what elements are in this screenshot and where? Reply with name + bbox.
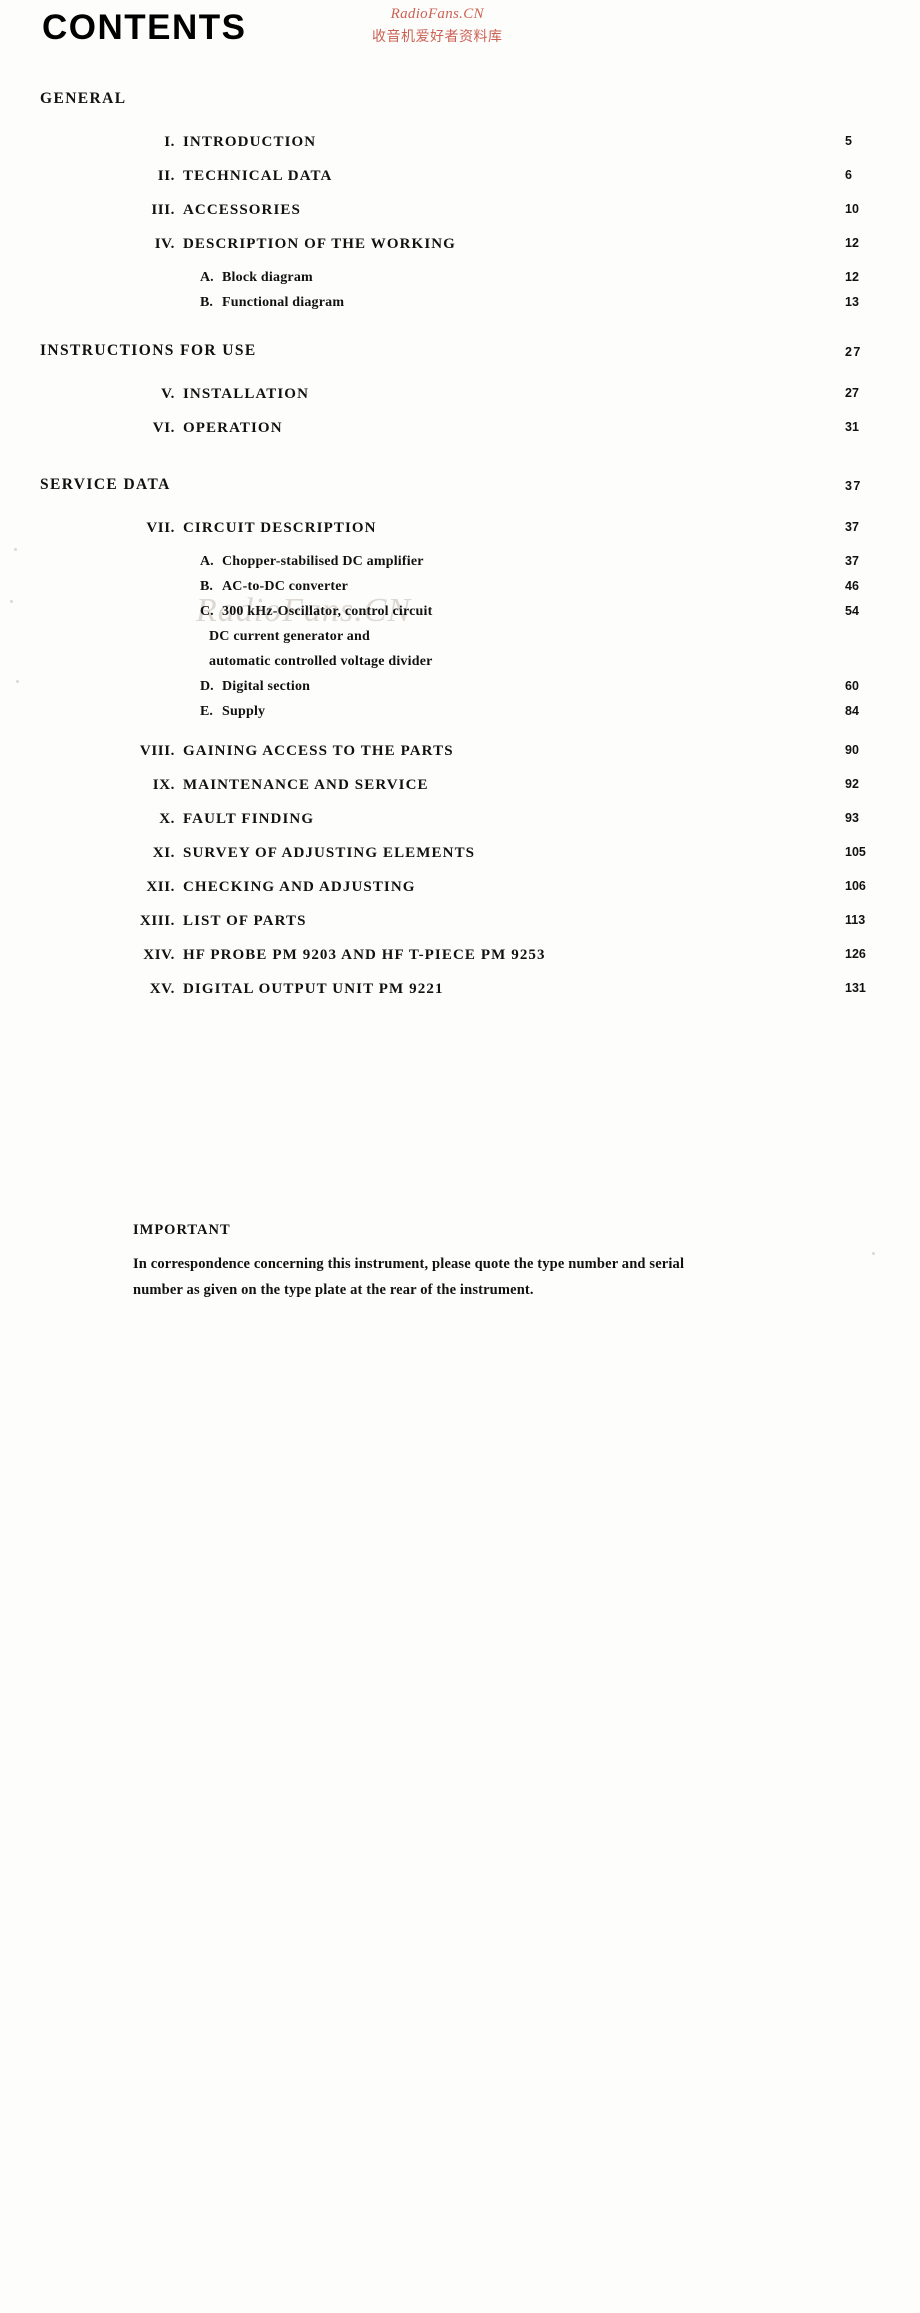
toc-entry[interactable]: IV. DESCRIPTION OF THE WORKING 12 <box>0 236 920 270</box>
toc-entry-page: 131 <box>845 981 866 995</box>
toc-entry-label: CIRCUIT DESCRIPTION <box>183 520 377 536</box>
toc-section-page: 37 <box>845 479 862 493</box>
toc-entry-label: DIGITAL OUTPUT UNIT PM 9221 <box>183 981 444 997</box>
toc-entry[interactable]: II. TECHNICAL DATA 6 <box>0 168 920 202</box>
toc-entry[interactable]: VII. CIRCUIT DESCRIPTION 37 <box>0 520 920 554</box>
toc-subentry-label: Digital section <box>222 679 311 694</box>
toc-entry-label: INSTALLATION <box>183 386 310 402</box>
toc-subentry-page: 60 <box>845 679 859 693</box>
toc-subentry-continuation: automatic controlled voltage divider <box>0 654 920 679</box>
toc-subentry-label: automatic controlled voltage divider <box>209 654 433 669</box>
toc-entry[interactable]: VI. OPERATION 31 <box>0 420 920 454</box>
toc-section-header: SERVICE DATA 37 <box>0 476 920 506</box>
toc-subentry-letter: E. <box>200 704 213 719</box>
toc-section-header: INSTRUCTIONS FOR USE 27 <box>0 342 920 372</box>
watermark-site-name: RadioFans.CN <box>390 6 484 22</box>
document-page: CONTENTS RadioFans.CN 收音机爱好者资料库 RadioFan… <box>0 0 920 1332</box>
toc-entry-number: XII. <box>146 879 175 895</box>
toc-entry[interactable]: X. FAULT FINDING 93 <box>0 811 920 845</box>
toc-entry-number: II. <box>157 168 175 184</box>
toc-subentry-label: AC-to-DC converter <box>222 579 349 594</box>
toc-subentry[interactable]: E. Supply 84 <box>0 704 920 729</box>
table-of-contents: GENERAL I. INTRODUCTION 5 II. TECHNICAL … <box>0 90 920 1015</box>
page-title: CONTENTS <box>42 8 247 47</box>
toc-subentry[interactable]: A. Chopper-stabilised DC amplifier 37 <box>0 554 920 579</box>
important-note-line: number as given on the type plate at the… <box>133 1282 534 1298</box>
toc-entry-label: FAULT FINDING <box>183 811 315 827</box>
toc-subentry-label: Supply <box>222 704 266 719</box>
toc-entry-label: SURVEY OF ADJUSTING ELEMENTS <box>183 845 476 861</box>
toc-entry[interactable]: I. INTRODUCTION 5 <box>0 134 920 168</box>
toc-subentry[interactable]: D. Digital section 60 <box>0 679 920 704</box>
toc-subentry-label: DC current generator and <box>209 629 370 644</box>
toc-entry-label: TECHNICAL DATA <box>183 168 333 184</box>
toc-section-title: SERVICE DATA <box>40 476 171 493</box>
toc-entry[interactable]: XV. DIGITAL OUTPUT UNIT PM 9221 131 <box>0 981 920 1015</box>
toc-entry[interactable]: XIII. LIST OF PARTS 113 <box>0 913 920 947</box>
toc-subentry-page: 46 <box>845 579 859 593</box>
toc-subentry-continuation: DC current generator and <box>0 629 920 654</box>
toc-subentry-label: 300 kHz-Oscillator, control circuit <box>222 604 433 619</box>
toc-entry[interactable]: III. ACCESSORIES 10 <box>0 202 920 236</box>
toc-subentry-page: 37 <box>845 554 859 568</box>
toc-entry-number: XIV. <box>143 947 175 963</box>
toc-section-page: 27 <box>845 345 862 359</box>
toc-entry-number: XV. <box>149 981 175 997</box>
toc-entry-label: ACCESSORIES <box>183 202 301 218</box>
toc-entry-label: GAINING ACCESS TO THE PARTS <box>183 743 454 759</box>
toc-entry-label: DESCRIPTION OF THE WORKING <box>183 236 456 252</box>
toc-section-title: INSTRUCTIONS FOR USE <box>40 342 257 359</box>
toc-entry-number: X. <box>159 811 175 827</box>
toc-entry-number: V. <box>161 386 175 402</box>
toc-entry-label: OPERATION <box>183 420 283 436</box>
toc-entry-number: VI. <box>152 420 175 436</box>
important-note-title: IMPORTANT <box>133 1222 231 1238</box>
toc-subentry-letter: A. <box>200 270 214 285</box>
toc-entry-number: III. <box>151 202 175 218</box>
important-note: IMPORTANT In correspondence concerning t… <box>133 1222 873 1303</box>
toc-subentry[interactable]: B. Functional diagram 13 <box>0 295 920 320</box>
toc-entry-number: IX. <box>152 777 175 793</box>
watermark-site-subtitle: 收音机爱好者资料库 <box>372 28 503 44</box>
toc-entry[interactable]: XII. CHECKING AND ADJUSTING 106 <box>0 879 920 913</box>
toc-subentry-letter: B. <box>200 295 213 310</box>
important-note-line: In correspondence concerning this instru… <box>133 1256 685 1272</box>
toc-subentry-label: Functional diagram <box>222 295 345 310</box>
toc-subentry-label: Block diagram <box>222 270 313 285</box>
toc-entry-label: MAINTENANCE AND SERVICE <box>183 777 429 793</box>
toc-subentry-letter: C. <box>200 604 214 619</box>
toc-entry-number: I. <box>164 134 175 150</box>
toc-entry[interactable]: IX. MAINTENANCE AND SERVICE 92 <box>0 777 920 811</box>
toc-entry-number: IV. <box>154 236 175 252</box>
toc-subentry[interactable]: A. Block diagram 12 <box>0 270 920 295</box>
toc-entry[interactable]: XI. SURVEY OF ADJUSTING ELEMENTS 105 <box>0 845 920 879</box>
toc-entry-label: HF PROBE PM 9203 AND HF T-PIECE PM 9253 <box>183 947 546 963</box>
toc-section-title: GENERAL <box>40 90 127 107</box>
toc-entry[interactable]: VIII. GAINING ACCESS TO THE PARTS 90 <box>0 743 920 777</box>
toc-entry-number: XI. <box>152 845 175 861</box>
toc-entry-number: VII. <box>146 520 175 536</box>
toc-subentry-letter: A. <box>200 554 214 569</box>
toc-entry[interactable]: V. INSTALLATION 27 <box>0 386 920 420</box>
toc-subentry[interactable]: C. 300 kHz-Oscillator, control circuit 5… <box>0 604 920 629</box>
toc-entry-label: INTRODUCTION <box>183 134 317 150</box>
toc-entry-number: XIII. <box>139 913 175 929</box>
toc-section-header: GENERAL <box>0 90 920 120</box>
toc-subentry-page: 54 <box>845 604 859 618</box>
toc-subentry-letter: D. <box>200 679 214 694</box>
toc-entry-number: VIII. <box>139 743 175 759</box>
toc-subentry[interactable]: B. AC-to-DC converter 46 <box>0 579 920 604</box>
toc-subentry-page: 12 <box>845 270 859 284</box>
toc-entry-label: LIST OF PARTS <box>183 913 307 929</box>
toc-entry-label: CHECKING AND ADJUSTING <box>183 879 416 895</box>
toc-entry[interactable]: XIV. HF PROBE PM 9203 AND HF T-PIECE PM … <box>0 947 920 981</box>
toc-subentry-letter: B. <box>200 579 213 594</box>
watermark-top: RadioFans.CN 收音机爱好者资料库 <box>372 6 503 46</box>
toc-subentry-label: Chopper-stabilised DC amplifier <box>222 554 424 569</box>
toc-subentry-page: 13 <box>845 295 859 309</box>
toc-subentry-page: 84 <box>845 704 859 718</box>
